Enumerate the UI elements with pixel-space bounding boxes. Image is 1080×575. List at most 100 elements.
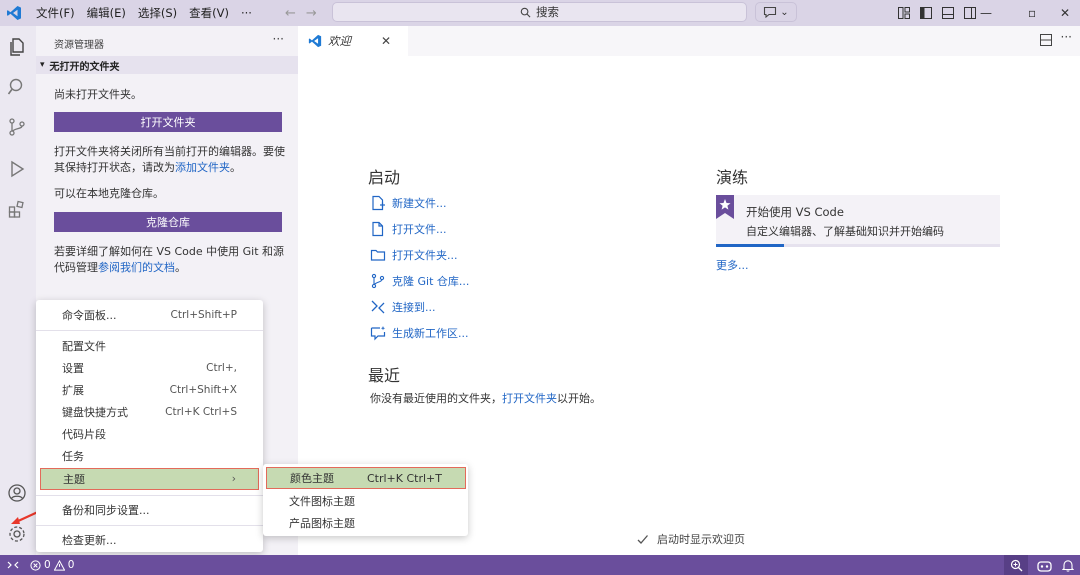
walkthrough-progress-fill <box>716 244 785 247</box>
folder-icon <box>370 249 386 261</box>
walkthrough-title: 开始使用 VS Code <box>746 205 844 219</box>
submenu-item-file-icon-theme[interactable]: 文件图标主题 <box>263 490 468 512</box>
show-welcome-label: 启动时显示欢迎页 <box>657 533 745 546</box>
sidebar-title: 资源管理器 <box>54 40 104 51</box>
menu-item-keyboard-shortcuts[interactable]: 键盘快捷方式 Ctrl+K Ctrl+S <box>36 401 263 423</box>
toggle-primary-sidebar-icon[interactable] <box>920 7 932 19</box>
customize-layout-icon[interactable] <box>898 7 910 19</box>
open-folder-button[interactable]: 打开文件夹 <box>54 112 282 132</box>
close-window-icon[interactable]: ✕ <box>1060 0 1070 26</box>
clone-repository-button[interactable]: 克隆仓库 <box>54 212 282 232</box>
restore-icon[interactable]: ▫ <box>1028 0 1036 26</box>
vscode-logo-icon <box>2 0 26 26</box>
section-title: 无打开的文件夹 <box>49 61 120 73</box>
new-file-icon <box>372 195 385 211</box>
toggle-panel-icon[interactable] <box>942 7 954 19</box>
error-count: 0 <box>44 559 51 571</box>
clone-text: 可以在本地克隆仓库。 <box>54 187 164 200</box>
menu-view[interactable]: 查看(V) <box>183 0 235 26</box>
menu-item-extensions[interactable]: 扩展 Ctrl+Shift+X <box>36 379 263 401</box>
menu-more[interactable]: ··· <box>235 0 258 26</box>
split-editor-icon[interactable] <box>1040 34 1052 46</box>
chat-sparkle-icon <box>370 326 386 341</box>
remote-indicator-icon[interactable] <box>0 555 26 575</box>
status-bar: 0 0 <box>0 555 1080 575</box>
close-tab-icon[interactable]: ✕ <box>381 34 391 48</box>
copilot-chat-button[interactable]: ⌄ <box>755 2 797 22</box>
recent-empty-text: 你没有最近使用的文件夹，打开文件夹以开始。 <box>370 392 601 405</box>
chevron-down-icon: ⌄ <box>780 6 789 18</box>
theme-submenu: 颜色主题 Ctrl+K Ctrl+T 文件图标主题 产品图标主题 <box>263 464 468 536</box>
editor-more-actions-icon[interactable]: ··· <box>1061 30 1072 44</box>
warning-icon <box>53 559 65 571</box>
run-debug-icon[interactable] <box>6 158 28 180</box>
checkbox-checked-icon[interactable] <box>636 533 649 546</box>
back-arrow-icon[interactable]: ← <box>285 6 296 21</box>
source-control-icon <box>371 273 385 289</box>
manage-menu: 命令面板... Ctrl+Shift+P 配置文件 设置 Ctrl+, 扩展 Ctrl… <box>36 300 263 552</box>
menu-edit[interactable]: 编辑(E) <box>81 0 132 26</box>
vscode-logo-icon <box>308 34 322 48</box>
menu-item-snippets[interactable]: 代码片段 <box>36 423 263 445</box>
problems-indicator[interactable]: 0 0 <box>30 555 74 575</box>
menu-item-check-updates[interactable]: 检查更新... <box>36 529 263 551</box>
tab-label: 欢迎 <box>328 34 351 48</box>
editor-tab-bar: 欢迎 ✕ ··· <box>298 26 1080 56</box>
notifications-bell-icon[interactable] <box>1060 555 1076 575</box>
connect-to-link[interactable]: 连接到... <box>370 298 436 316</box>
open-folder-note: 打开文件夹将关闭所有当前打开的编辑器。要使其保持打开状态，请改为添加文件夹。 <box>54 145 285 174</box>
no-folder-section-header[interactable]: ▾ 无打开的文件夹 <box>36 56 298 74</box>
more-walkthroughs-link[interactable]: 更多... <box>716 256 749 274</box>
open-folder-link[interactable]: 打开文件夹... <box>370 246 458 264</box>
clone-git-repo-link[interactable]: 克隆 Git 仓库... <box>370 272 469 290</box>
chat-sparkle-icon <box>764 6 777 18</box>
menu-file[interactable]: 文件(F) <box>30 0 81 26</box>
menu-item-tasks[interactable]: 任务 <box>36 445 263 467</box>
docs-link[interactable]: 参阅我们的文档 <box>98 261 175 274</box>
chevron-down-icon: ▾ <box>40 60 45 70</box>
source-control-icon[interactable] <box>6 116 28 138</box>
walkthrough-progress <box>716 244 1000 247</box>
more-actions-icon[interactable]: ··· <box>273 32 284 46</box>
search-view-icon[interactable] <box>6 76 28 98</box>
menu-selection[interactable]: 选择(S) <box>132 0 183 26</box>
menu-item-command-palette[interactable]: 命令面板... Ctrl+Shift+P <box>36 304 263 326</box>
extensions-icon[interactable] <box>6 198 28 220</box>
walkthrough-description: 自定义编辑器、了解基础知识并开始编码 <box>746 225 944 238</box>
activity-bar <box>0 26 36 555</box>
recent-heading: 最近 <box>368 366 401 385</box>
submenu-item-product-icon-theme[interactable]: 产品图标主题 <box>263 512 468 534</box>
generate-workspace-link[interactable]: 生成新工作区... <box>370 324 469 342</box>
search-label: 搜索 <box>536 5 559 19</box>
show-welcome-on-startup[interactable]: 启动时显示欢迎页 <box>636 531 745 547</box>
error-icon <box>30 559 41 571</box>
submenu-item-color-theme[interactable]: 颜色主题 Ctrl+K Ctrl+T <box>266 467 466 489</box>
explorer-icon[interactable] <box>6 36 28 58</box>
copilot-icon[interactable] <box>1034 555 1054 575</box>
walkthroughs-heading: 演练 <box>716 168 749 187</box>
open-file-link[interactable]: 打开文件... <box>370 220 447 238</box>
command-center-search[interactable]: 搜索 <box>332 2 747 22</box>
menu-bar: 文件(F) 编辑(E) 选择(S) 查看(V) ··· <box>30 0 258 26</box>
search-icon <box>520 7 531 17</box>
menu-item-profiles[interactable]: 配置文件 <box>36 335 263 357</box>
git-docs-text: 若要详细了解如何在 VS Code 中使用 Git 和源代码管理参阅我们的文档。 <box>54 245 285 274</box>
star-badge-icon <box>716 195 734 219</box>
new-file-link[interactable]: 新建文件... <box>370 194 447 212</box>
start-heading: 启动 <box>368 168 401 187</box>
open-file-icon <box>372 221 384 237</box>
menu-item-backup-sync[interactable]: 备份和同步设置... <box>36 499 263 521</box>
add-folder-link[interactable]: 添加文件夹 <box>175 161 230 174</box>
forward-arrow-icon[interactable]: → <box>306 6 317 21</box>
minimize-icon[interactable]: — <box>980 0 992 26</box>
account-icon[interactable] <box>6 482 28 504</box>
remote-connect-icon <box>371 300 385 314</box>
recent-open-folder-link[interactable]: 打开文件夹 <box>502 392 557 405</box>
tab-welcome[interactable]: 欢迎 ✕ <box>298 26 408 56</box>
title-bar: 文件(F) 编辑(E) 选择(S) 查看(V) ··· ← → 搜索 ⌄ — ▫… <box>0 0 1080 26</box>
walkthrough-card[interactable]: 开始使用 VS Code 自定义编辑器、了解基础知识并开始编码 <box>716 195 1000 247</box>
toggle-secondary-sidebar-icon[interactable] <box>964 7 976 19</box>
zoom-icon[interactable] <box>1004 555 1028 575</box>
menu-item-themes[interactable]: 主题 › <box>40 468 259 490</box>
menu-item-settings[interactable]: 设置 Ctrl+, <box>36 357 263 379</box>
